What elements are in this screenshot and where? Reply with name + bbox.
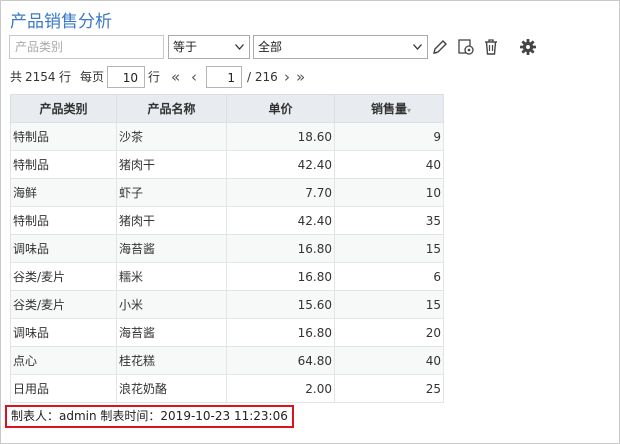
per-page-input[interactable]: 10 xyxy=(107,66,145,88)
column-header-quantity[interactable]: 销售量 ▾ xyxy=(334,94,444,123)
cell-product: 桂花糕 xyxy=(116,346,227,375)
page-number-input[interactable]: 1 xyxy=(206,66,242,88)
per-page-prefix: 每页 xyxy=(80,70,105,84)
cell-category: 特制品 xyxy=(10,122,117,151)
cell-price: 15.60 xyxy=(226,290,335,319)
cell-category: 特制品 xyxy=(10,206,117,235)
cell-product: 海苔酱 xyxy=(116,234,227,263)
cell-product: 虾子 xyxy=(116,178,227,207)
cell-price: 16.80 xyxy=(226,318,335,347)
cell-category: 特制品 xyxy=(10,150,117,179)
cell-product: 猪肉干 xyxy=(116,206,227,235)
table-row[interactable]: 谷类/麦片 糯米 16.80 6 xyxy=(10,262,444,291)
table-row[interactable]: 谷类/麦片 小米 15.60 15 xyxy=(10,290,444,319)
per-page-suffix: 行 xyxy=(148,70,161,84)
table-row[interactable]: 特制品 猪肉干 42.40 40 xyxy=(10,150,444,179)
operator-select-value: 等于 xyxy=(173,40,198,54)
page-total: / 216 xyxy=(247,70,278,84)
edit-icon[interactable] xyxy=(430,37,450,57)
cell-category: 海鲜 xyxy=(10,178,117,207)
copy-settings-icon[interactable] xyxy=(456,37,476,57)
table-row[interactable]: 调味品 海苔酱 16.80 20 xyxy=(10,318,444,347)
table-row[interactable]: 日用品 浪花奶酪 2.00 25 xyxy=(10,374,444,403)
cell-quantity: 40 xyxy=(334,150,444,179)
table-row[interactable]: 调味品 海苔酱 16.80 15 xyxy=(10,234,444,263)
cell-price: 18.60 xyxy=(226,122,335,151)
sort-indicator-icon: ▾ xyxy=(407,106,412,115)
cell-quantity: 9 xyxy=(334,122,444,151)
total-rows-count: 2154 xyxy=(25,70,56,84)
prev-page-icon[interactable]: ‹ xyxy=(191,66,197,88)
cell-product: 小米 xyxy=(116,290,227,319)
gear-icon[interactable] xyxy=(518,37,538,57)
column-header-category[interactable]: 产品类别 xyxy=(10,94,117,123)
cell-category: 调味品 xyxy=(10,318,117,347)
column-header-price[interactable]: 单价 xyxy=(226,94,335,123)
category-filter-input[interactable] xyxy=(9,35,164,59)
chevron-down-icon xyxy=(235,44,244,50)
cell-product: 沙茶 xyxy=(116,122,227,151)
total-rows-prefix: 共 xyxy=(10,70,23,84)
table-body: 特制品 沙茶 18.60 9 特制品 猪肉干 42.40 40 海鲜 虾子 7.70 10 特制品 猪肉干… xyxy=(10,122,444,403)
first-page-icon[interactable]: « xyxy=(171,66,180,88)
trash-icon[interactable] xyxy=(481,37,501,57)
total-rows-suffix: 行 xyxy=(59,70,72,84)
table-row[interactable]: 特制品 猪肉干 42.40 35 xyxy=(10,206,444,235)
cell-price: 42.40 xyxy=(226,206,335,235)
cell-category: 谷类/麦片 xyxy=(10,262,117,291)
cell-quantity: 20 xyxy=(334,318,444,347)
cell-category: 日用品 xyxy=(10,374,117,403)
table-header-row: 产品类别 产品名称 单价 销售量 ▾ xyxy=(10,94,444,123)
cell-product: 猪肉干 xyxy=(116,150,227,179)
cell-category: 谷类/麦片 xyxy=(10,290,117,319)
cell-category: 点心 xyxy=(10,346,117,375)
cell-price: 7.70 xyxy=(226,178,335,207)
report-footer: 制表人：admin 制表时间：2019-10-23 11:23:06 xyxy=(5,405,294,428)
cell-price: 64.80 xyxy=(226,346,335,375)
last-page-icon[interactable]: » xyxy=(296,66,305,88)
column-header-quantity-label: 销售量 xyxy=(370,102,407,116)
value-select[interactable]: 全部 xyxy=(253,35,428,59)
table-row[interactable]: 海鲜 虾子 7.70 10 xyxy=(10,178,444,207)
next-page-icon[interactable]: › xyxy=(284,66,290,88)
table-row[interactable]: 特制品 沙茶 18.60 9 xyxy=(10,122,444,151)
cell-product: 海苔酱 xyxy=(116,318,227,347)
table-row[interactable]: 点心 桂花糕 64.80 40 xyxy=(10,346,444,375)
cell-price: 16.80 xyxy=(226,234,335,263)
cell-quantity: 15 xyxy=(334,290,444,319)
cell-quantity: 40 xyxy=(334,346,444,375)
cell-product: 糯米 xyxy=(116,262,227,291)
cell-price: 2.00 xyxy=(226,374,335,403)
sales-table: 产品类别 产品名称 单价 销售量 ▾ 特制品 沙茶 18.60 9 特制品 猪肉干 42.40… xyxy=(10,94,444,403)
cell-quantity: 35 xyxy=(334,206,444,235)
cell-product: 浪花奶酪 xyxy=(116,374,227,403)
column-header-product[interactable]: 产品名称 xyxy=(116,94,227,123)
cell-category: 调味品 xyxy=(10,234,117,263)
cell-quantity: 6 xyxy=(334,262,444,291)
cell-quantity: 15 xyxy=(334,234,444,263)
cell-price: 16.80 xyxy=(226,262,335,291)
page-title: 产品销售分析 xyxy=(10,12,112,32)
cell-price: 42.40 xyxy=(226,150,335,179)
operator-select[interactable]: 等于 xyxy=(168,35,250,59)
cell-quantity: 25 xyxy=(334,374,444,403)
value-select-value: 全部 xyxy=(258,40,283,54)
cell-quantity: 10 xyxy=(334,178,444,207)
chevron-down-icon xyxy=(413,44,422,50)
pager: 共 2154 行 每页 10 行 « ‹ 1 / 216 › » xyxy=(10,66,450,88)
